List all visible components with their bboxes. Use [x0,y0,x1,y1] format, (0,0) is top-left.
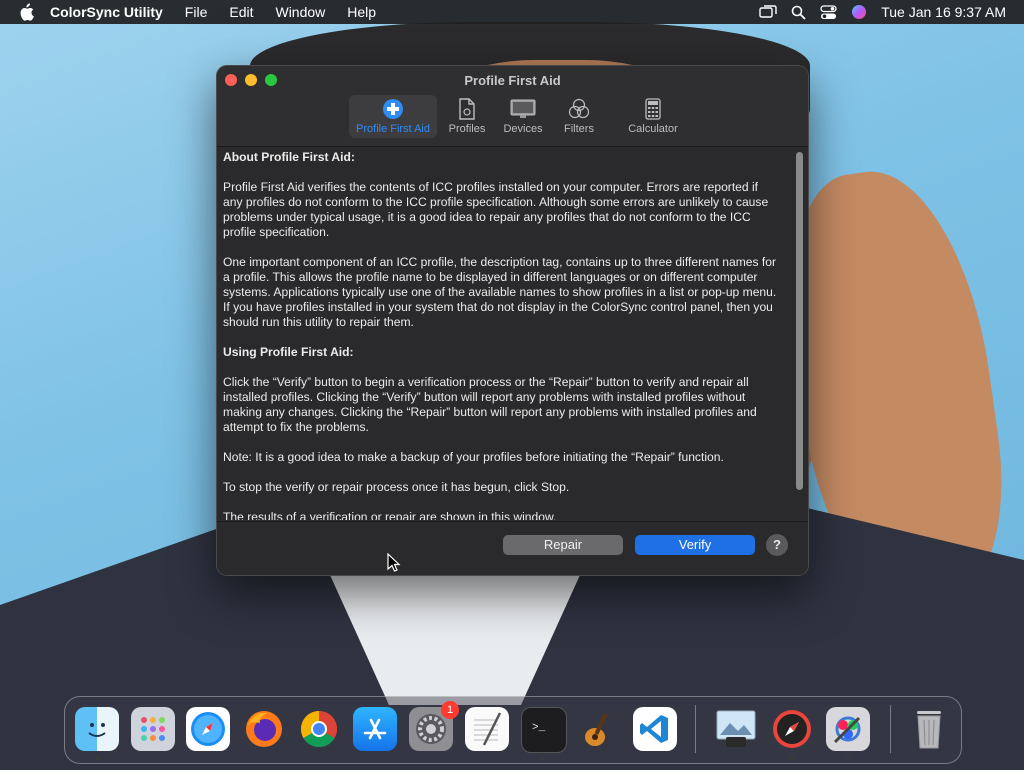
using-paragraph-4: The results of a verification or repair … [223,510,557,520]
calculator-icon [645,98,661,120]
menu-window[interactable]: Window [275,4,325,20]
control-center-icon[interactable] [820,4,837,20]
trash-icon[interactable] [907,707,951,751]
firefox-icon[interactable] [242,707,286,751]
about-heading: About Profile First Aid: [223,150,355,164]
filter-icon [568,98,590,119]
screen-mirroring-icon[interactable] [759,5,777,19]
repair-button[interactable]: Repair [503,535,623,555]
tab-profiles[interactable]: Profiles [441,95,493,138]
dock: 1 >_ [64,696,962,764]
app-store-icon[interactable] [353,707,397,751]
colorsync-window: Profile First Aid Profile First Aid Prof… [216,65,809,576]
safari-icon[interactable] [186,707,230,751]
notification-badge: 1 [441,701,459,719]
running-indicator [541,756,545,760]
dock-separator [695,705,696,753]
tab-label: Devices [503,123,543,135]
using-heading: Using Profile First Aid: [223,345,354,359]
apple-menu-icon[interactable] [18,3,36,21]
search-icon[interactable] [791,5,806,20]
menu-app-name[interactable]: ColorSync Utility [50,4,163,20]
menu-clock[interactable]: Tue Jan 16 9:37 AM [881,4,1006,20]
verify-button[interactable]: Verify [635,535,755,555]
about-paragraph-1: Profile First Aid verifies the contents … [223,180,769,239]
tab-profile-first-aid[interactable]: Profile First Aid [349,95,437,138]
first-aid-icon [383,99,403,119]
terminal-icon[interactable]: >_ [521,707,567,753]
running-indicator [95,756,99,760]
running-indicator [846,756,850,760]
mouse-cursor-icon [387,553,401,572]
tab-label: Profile First Aid [356,123,430,135]
running-indicator [790,756,794,760]
launchpad-icon[interactable] [131,707,175,751]
window-bottom-bar: Repair Verify ? [217,521,808,575]
display-icon [510,99,536,118]
tab-label: Calculator [628,123,678,135]
vscode-icon[interactable] [633,707,677,751]
chrome-icon[interactable] [297,707,341,751]
menu-edit[interactable]: Edit [229,4,253,20]
window-titlebar[interactable]: Profile First Aid Profile First Aid Prof… [217,66,808,147]
tab-filters[interactable]: Filters [553,95,605,138]
preview-icon[interactable] [714,707,758,751]
window-title: Profile First Aid [464,73,561,88]
using-paragraph-2: Note: It is a good idea to make a backup… [223,450,724,464]
tab-label: Profiles [448,123,486,135]
tab-calculator[interactable]: Calculator [609,95,697,138]
about-paragraph-2: One important component of an ICC profil… [223,255,777,329]
tab-devices[interactable]: Devices [497,95,549,138]
svg-text:>_: >_ [532,722,546,734]
compass-icon[interactable] [770,707,814,751]
help-button[interactable]: ? [766,534,788,556]
menu-help[interactable]: Help [347,4,376,20]
document-icon [459,98,475,120]
using-paragraph-1: Click the “Verify” button to begin a ver… [223,375,757,434]
textedit-icon[interactable] [465,707,509,751]
window-toolbar: Profile First Aid Profiles Devices Filte… [349,95,697,138]
info-text-area[interactable]: About Profile First Aid: Profile First A… [217,147,792,520]
dock-separator [890,705,891,753]
menu-file[interactable]: File [185,4,208,20]
system-settings-icon[interactable]: 1 [409,701,459,751]
vertical-scrollbar[interactable] [793,147,807,520]
colorsync-utility-icon[interactable] [826,707,870,751]
garageband-icon[interactable] [577,707,621,751]
siri-icon[interactable] [851,4,867,20]
using-paragraph-3: To stop the verify or repair process onc… [223,480,570,494]
tab-label: Filters [564,123,594,135]
scrollbar-thumb[interactable] [796,152,803,490]
finder-icon[interactable] [75,707,119,751]
menu-bar: ColorSync Utility File Edit Window Help … [0,0,1024,24]
